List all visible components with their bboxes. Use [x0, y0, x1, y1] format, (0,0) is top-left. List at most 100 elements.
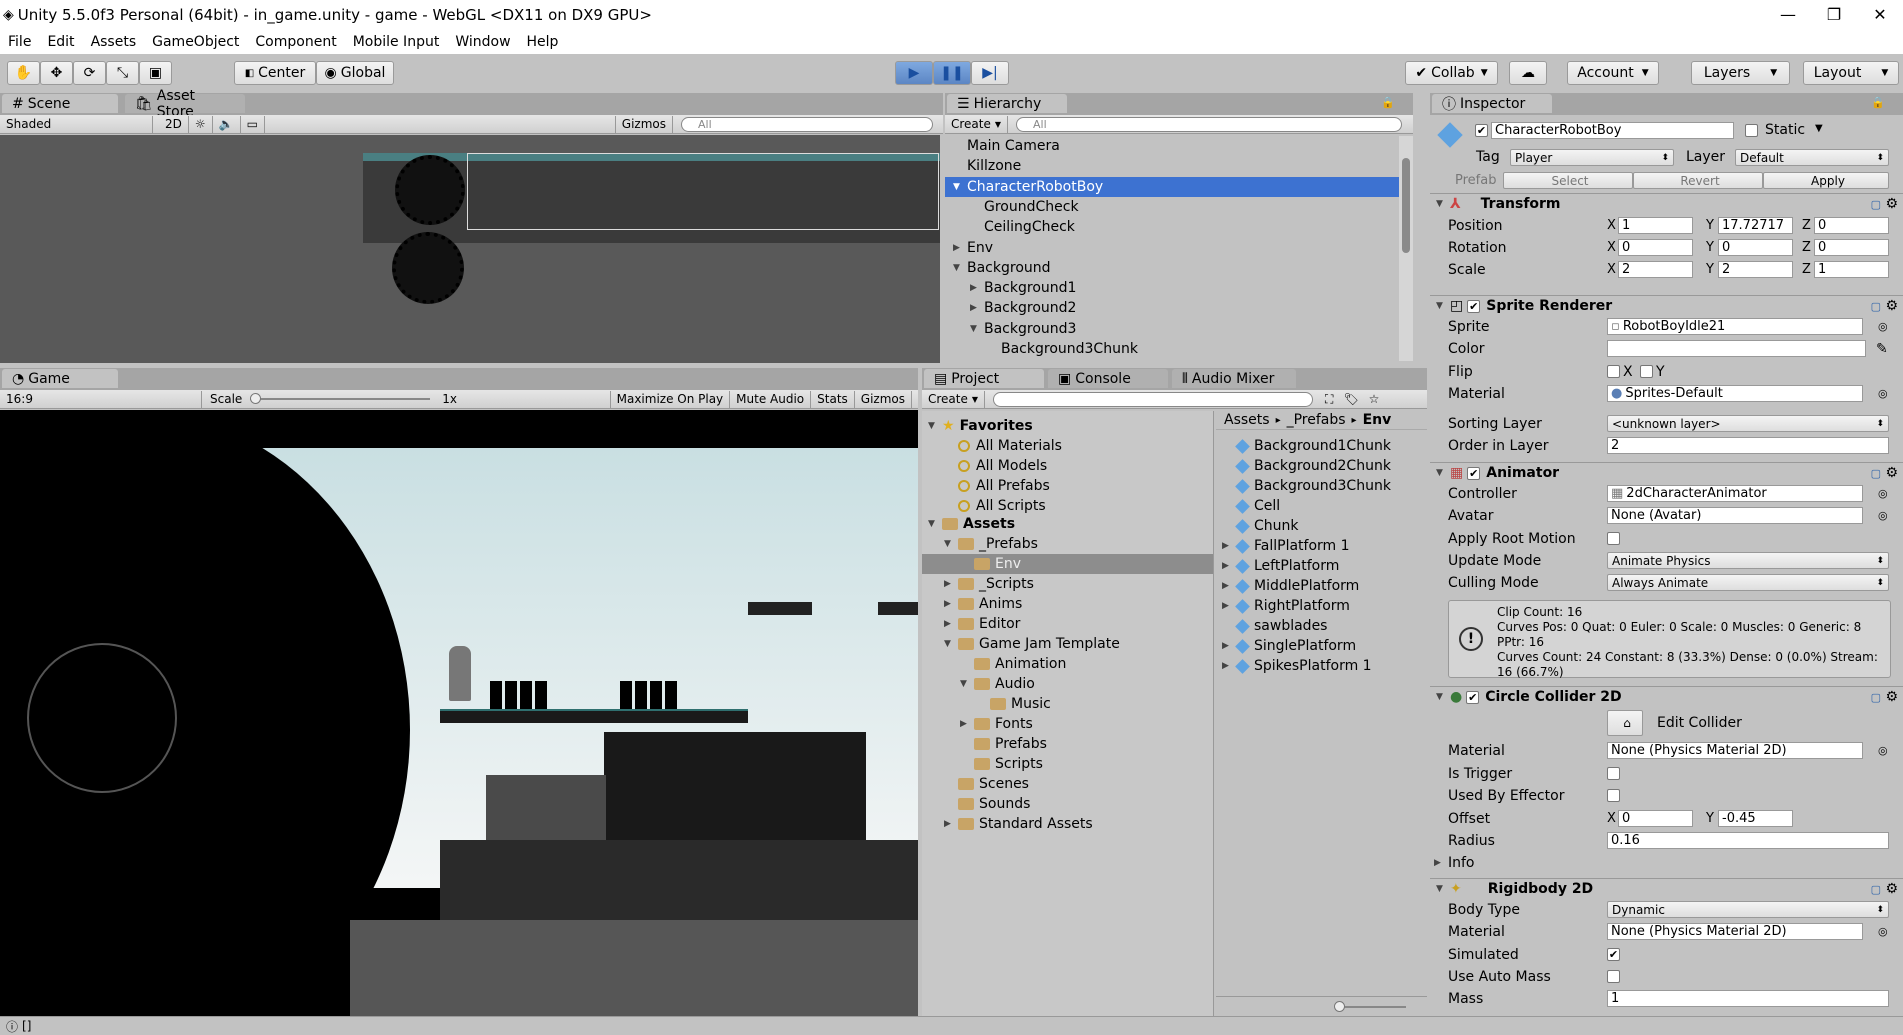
- pause-button[interactable]: ❚❚: [933, 61, 971, 85]
- prefab-apply-button[interactable]: Apply: [1763, 172, 1889, 189]
- hierarchy-item[interactable]: Killzone: [945, 156, 1411, 176]
- filter-type-icon[interactable]: ⛶: [1325, 392, 1333, 407]
- game-gizmos-dropdown[interactable]: Gizmos: [855, 390, 912, 408]
- layout-dropdown[interactable]: Layout ▼: [1803, 61, 1899, 85]
- scale-x-field[interactable]: 2: [1618, 261, 1693, 278]
- foldout-closed-icon[interactable]: ▶: [944, 619, 958, 629]
- position-x-field[interactable]: 1: [1618, 217, 1693, 234]
- project-tree-item[interactable]: All Models: [922, 456, 1213, 476]
- foldout-closed-icon[interactable]: ▶: [944, 579, 958, 589]
- hierarchy-item[interactable]: ▶ Background1: [945, 278, 1411, 298]
- collab-dropdown[interactable]: ✔ Collab ▼: [1405, 61, 1498, 85]
- help-icon[interactable]: ▢: [1871, 883, 1881, 896]
- asset-item[interactable]: ▶ MiddlePlatform: [1216, 576, 1427, 596]
- scale-z-field[interactable]: 1: [1814, 261, 1889, 278]
- hierarchy-scrollbar[interactable]: [1399, 136, 1413, 361]
- use-auto-mass-checkbox[interactable]: [1607, 970, 1620, 983]
- 2d-toggle[interactable]: 2D: [159, 115, 189, 133]
- project-tree-item[interactable]: ▶ Anims: [922, 594, 1213, 614]
- menu-item-help[interactable]: Help: [519, 34, 567, 50]
- project-tree-item[interactable]: ▼ ★ Favorites: [922, 416, 1213, 436]
- asset-item[interactable]: Background2Chunk: [1216, 456, 1427, 476]
- audio-toggle[interactable]: 🔈: [213, 115, 241, 133]
- object-picker-icon[interactable]: ◎: [1878, 487, 1888, 500]
- asset-item[interactable]: ▶ SpikesPlatform 1: [1216, 656, 1427, 676]
- avatar-field[interactable]: None (Avatar): [1607, 507, 1863, 524]
- foldout-closed-icon[interactable]: ▶: [970, 303, 984, 313]
- asset-item[interactable]: ▶ SinglePlatform: [1216, 636, 1427, 656]
- foldout-closed-icon[interactable]: ▶: [970, 283, 984, 293]
- active-checkbox[interactable]: ✔: [1475, 124, 1488, 137]
- project-tree-item[interactable]: Prefabs: [922, 734, 1213, 754]
- stats-toggle[interactable]: Stats: [811, 390, 855, 408]
- foldout-open-icon[interactable]: ▼: [953, 263, 967, 273]
- help-icon[interactable]: ▢: [1871, 300, 1881, 313]
- is-trigger-checkbox[interactable]: [1607, 767, 1620, 780]
- menu-item-window[interactable]: Window: [447, 34, 518, 50]
- asset-item[interactable]: ▶ RightPlatform: [1216, 596, 1427, 616]
- lock-icon[interactable]: 🔒: [1381, 96, 1395, 109]
- foldout-open-icon[interactable]: ▼: [928, 519, 942, 529]
- asset-item[interactable]: ▶ LeftPlatform: [1216, 556, 1427, 576]
- foldout-open-icon[interactable]: ▼: [944, 539, 958, 549]
- flip-x-checkbox[interactable]: [1607, 365, 1620, 378]
- foldout-closed-icon[interactable]: ▶: [960, 719, 974, 729]
- simulated-checkbox[interactable]: ✔: [1607, 948, 1620, 961]
- help-icon[interactable]: ▢: [1871, 467, 1881, 480]
- object-picker-icon[interactable]: ◎: [1878, 509, 1888, 522]
- scene-gizmos-dropdown[interactable]: Gizmos: [614, 115, 673, 133]
- tab-game[interactable]: ◔ Game: [2, 369, 118, 388]
- hierarchy-item[interactable]: GroundCheck: [945, 197, 1411, 217]
- maximize-on-play-toggle[interactable]: Maximize On Play: [609, 390, 731, 408]
- favorite-star-icon[interactable]: ☆: [1369, 392, 1380, 406]
- project-tree-item[interactable]: Scripts: [922, 754, 1213, 774]
- filter-label-icon[interactable]: 🏷: [1343, 392, 1358, 406]
- hierarchy-item[interactable]: ▼ Background3: [945, 319, 1411, 339]
- scale-tool-button[interactable]: ⤡: [106, 61, 139, 85]
- asset-item[interactable]: Background3Chunk: [1216, 476, 1427, 496]
- sprite-renderer-header[interactable]: ▼ ◰ ✔ Sprite Renderer ▢ ⚙: [1430, 295, 1903, 316]
- hand-tool-button[interactable]: ✋: [7, 61, 40, 85]
- help-icon[interactable]: ▢: [1871, 198, 1881, 211]
- order-in-layer-field[interactable]: 2: [1607, 437, 1889, 454]
- animator-enabled-checkbox[interactable]: ✔: [1467, 466, 1481, 480]
- cloud-button[interactable]: ☁: [1509, 61, 1547, 85]
- rotate-tool-button[interactable]: ⟳: [73, 61, 106, 85]
- object-picker-icon[interactable]: ◎: [1878, 320, 1888, 333]
- lock-icon[interactable]: 🔒: [1871, 96, 1885, 109]
- menu-item-file[interactable]: File: [0, 34, 39, 50]
- asset-item[interactable]: Cell: [1216, 496, 1427, 516]
- tag-dropdown[interactable]: Player ⬍: [1510, 149, 1674, 166]
- status-text[interactable]: []: [22, 1019, 31, 1033]
- scale-thumb[interactable]: [250, 393, 262, 404]
- project-search-input[interactable]: [993, 391, 1314, 407]
- gear-icon[interactable]: ⚙: [1885, 196, 1898, 212]
- breadcrumb-item[interactable]: Env: [1363, 412, 1392, 428]
- foldout-open-icon[interactable]: ▼: [928, 421, 942, 431]
- hierarchy-item[interactable]: CeilingCheck: [945, 217, 1411, 237]
- tab-hierarchy[interactable]: ☰ Hierarchy: [947, 94, 1067, 113]
- project-tree-item[interactable]: ▼ Assets: [922, 514, 1213, 534]
- project-tree-item[interactable]: ▼ Game Jam Template: [922, 634, 1213, 654]
- project-tree-item[interactable]: ▼ Audio: [922, 674, 1213, 694]
- virtual-joystick[interactable]: [27, 643, 177, 793]
- animator-header[interactable]: ▼ ▦ ✔ Animator ▢ ⚙: [1430, 462, 1903, 483]
- sprite-field[interactable]: ▫ RobotBoyIdle21: [1607, 318, 1863, 335]
- menu-item-component[interactable]: Component: [247, 34, 344, 50]
- menu-item-mobile-input[interactable]: Mobile Input: [345, 34, 448, 50]
- info-foldout[interactable]: ▶ Info: [1430, 853, 1903, 872]
- hierarchy-item[interactable]: ▶ Background2: [945, 298, 1411, 318]
- tab-asset-store[interactable]: 🛍 Asset Store: [125, 88, 245, 120]
- hierarchy-item[interactable]: Background3Chunk: [945, 339, 1411, 359]
- offset-y-field[interactable]: -0.45: [1718, 810, 1793, 827]
- menu-item-assets[interactable]: Assets: [83, 34, 145, 50]
- asset-item[interactable]: sawblades: [1216, 616, 1427, 636]
- foldout-closed-icon[interactable]: ▶: [944, 819, 958, 829]
- asset-item[interactable]: Chunk: [1216, 516, 1427, 536]
- rect-tool-button[interactable]: ▣: [139, 61, 172, 85]
- gear-icon[interactable]: ⚙: [1885, 465, 1898, 481]
- lighting-toggle[interactable]: ☼: [189, 115, 213, 133]
- project-tree-item[interactable]: Sounds: [922, 794, 1213, 814]
- hierarchy-item[interactable]: ▼ CharacterRobotBoy: [945, 176, 1411, 197]
- project-tree-item[interactable]: ▶ _Scripts: [922, 574, 1213, 594]
